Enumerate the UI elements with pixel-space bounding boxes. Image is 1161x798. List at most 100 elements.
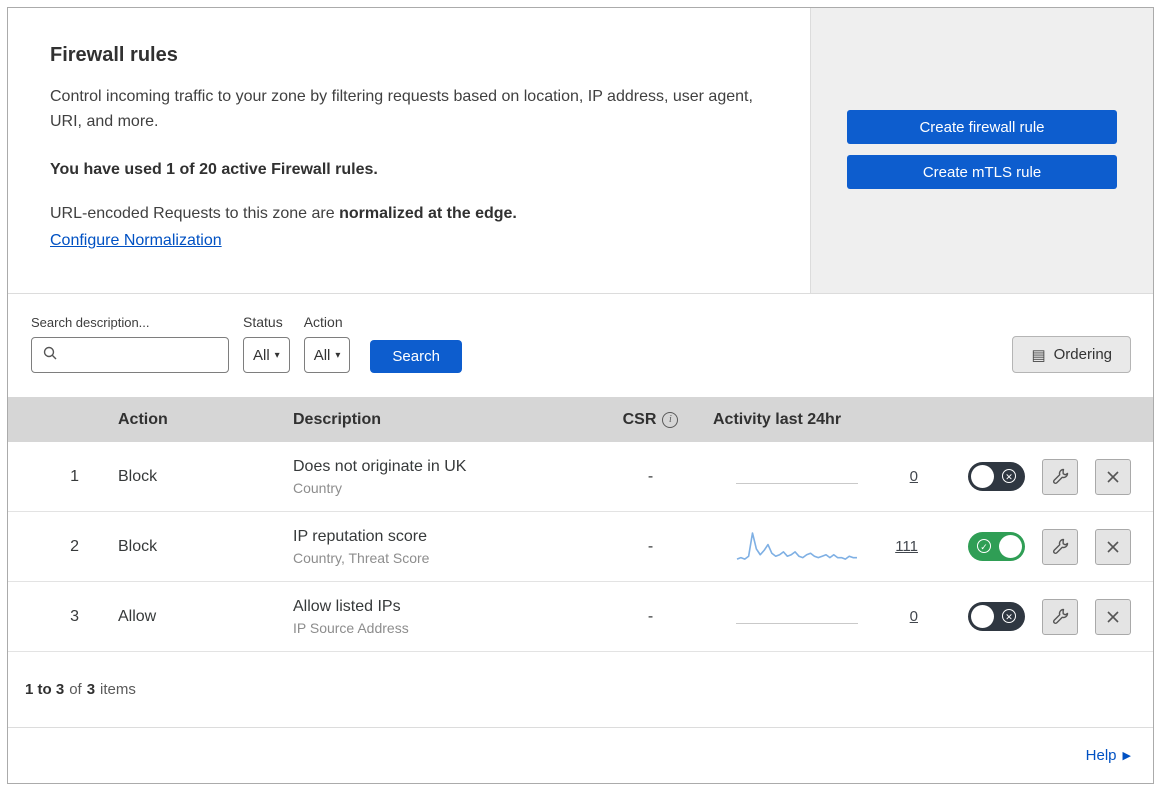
list-icon: ▤ <box>1031 346 1046 364</box>
create-mtls-rule-button[interactable]: Create mTLS rule <box>847 155 1117 189</box>
activity-count-link[interactable]: 111 <box>895 538 918 555</box>
wrench-icon <box>1052 538 1068 554</box>
csr-value: - <box>647 537 654 555</box>
items-range: 1 to 3 <box>25 681 65 698</box>
row-description: Allow listed IPs IP Source Address <box>278 598 603 636</box>
table-row: 2 Block IP reputation score Country, Thr… <box>8 512 1153 582</box>
normalization-note: URL-encoded Requests to this zone are no… <box>50 205 768 223</box>
search-label: Search description... <box>31 315 150 330</box>
row-description: Does not originate in UK Country <box>278 458 603 496</box>
column-csr: CSR i <box>603 411 698 429</box>
row-controls: ✓ <box>938 528 1153 565</box>
page-title: Firewall rules <box>50 44 178 66</box>
ordering-button-label: Ordering <box>1053 346 1112 363</box>
status-toggle[interactable]: ✕ <box>968 462 1025 491</box>
column-activity: Activity last 24hr <box>713 410 842 428</box>
help-link[interactable]: Help ▶ <box>1086 747 1131 764</box>
search-box[interactable] <box>31 337 229 373</box>
usage-summary: You have used 1 of 20 active Firewall ru… <box>50 160 378 178</box>
delete-rule-button[interactable] <box>1095 528 1131 565</box>
rule-fields: IP Source Address <box>293 619 409 636</box>
toggle-knob <box>971 465 994 488</box>
create-firewall-rule-button[interactable]: Create firewall rule <box>847 110 1117 144</box>
row-action: Block <box>118 467 158 485</box>
status-filter-group: Status All ▾ <box>243 314 290 373</box>
action-select-value: All <box>313 346 331 364</box>
row-number: 2 <box>70 537 79 555</box>
toggle-knob <box>971 605 994 628</box>
actions-panel: Create firewall rule Create mTLS rule <box>810 8 1153 293</box>
delete-rule-button[interactable] <box>1095 458 1131 495</box>
wrench-icon <box>1052 608 1068 624</box>
firewall-rules-card: Firewall rules Control incoming traffic … <box>7 7 1154 784</box>
toggle-state-icon: ✕ <box>1002 469 1016 483</box>
table-row: 1 Block Does not originate in UK Country… <box>8 442 1153 512</box>
csr-value: - <box>647 607 654 625</box>
rule-name: IP reputation score <box>293 527 428 545</box>
action-filter-group: Action All ▾ <box>303 314 351 373</box>
row-description: IP reputation score Country, Threat Scor… <box>278 528 603 566</box>
column-csr-label: CSR <box>622 410 657 428</box>
status-toggle[interactable]: ✕ <box>968 602 1025 631</box>
close-icon <box>1107 540 1119 553</box>
activity-count-link[interactable]: 0 <box>910 608 918 625</box>
search-button[interactable]: Search <box>370 340 462 373</box>
toggle-knob <box>999 535 1022 558</box>
normalization-prefix: URL-encoded Requests to this zone are <box>50 204 340 222</box>
edit-rule-button[interactable] <box>1042 458 1078 495</box>
header-text-panel: Firewall rules Control incoming traffic … <box>8 8 810 293</box>
status-label: Status <box>243 314 283 330</box>
csr-value: - <box>647 467 654 485</box>
row-number: 1 <box>70 467 79 485</box>
page-description: Control incoming traffic to your zone by… <box>50 88 753 130</box>
row-controls: ✕ <box>938 458 1153 495</box>
info-icon[interactable]: i <box>662 411 679 428</box>
items-of-label: of <box>69 681 82 698</box>
table-row: 3 Allow Allow listed IPs IP Source Addre… <box>8 582 1153 652</box>
status-toggle[interactable]: ✓ <box>968 532 1025 561</box>
status-select-value: All <box>253 346 270 364</box>
help-bar: Help ▶ <box>8 727 1153 783</box>
ordering-button[interactable]: ▤ Ordering <box>1012 336 1131 373</box>
activity-count-link[interactable]: 0 <box>910 468 918 485</box>
column-description: Description <box>293 410 382 428</box>
wrench-icon <box>1052 468 1068 484</box>
toggle-state-icon: ✓ <box>977 539 991 553</box>
activity-cell: 111 <box>698 529 938 565</box>
edit-rule-button[interactable] <box>1042 528 1078 565</box>
activity-cell: 0 <box>698 608 938 625</box>
search-icon <box>42 345 58 366</box>
rule-name: Allow listed IPs <box>293 597 401 615</box>
search-group: Search description... <box>31 315 229 373</box>
filter-bar: Search description... Status All ▾ Actio… <box>8 293 1153 397</box>
row-action: Block <box>118 537 158 555</box>
close-icon <box>1107 610 1119 623</box>
search-input[interactable] <box>64 346 218 364</box>
rule-fields: Country, Threat Score <box>293 549 430 566</box>
chevron-down-icon: ▾ <box>274 349 280 361</box>
column-action: Action <box>118 410 168 428</box>
items-label: items <box>100 681 136 698</box>
configure-normalization-link[interactable]: Configure Normalization <box>50 232 222 250</box>
action-select[interactable]: All ▾ <box>303 337 351 373</box>
rule-name: Does not originate in UK <box>293 457 467 475</box>
toggle-state-icon: ✕ <box>1002 609 1016 623</box>
help-link-label: Help <box>1085 747 1117 764</box>
activity-flatline <box>736 623 858 624</box>
items-total: 3 <box>86 681 96 698</box>
row-number: 3 <box>70 607 79 625</box>
row-action: Allow <box>118 607 157 625</box>
rule-fields: Country <box>293 479 343 496</box>
table-header: Action Description CSR i Activity last 2… <box>8 397 1153 442</box>
activity-flatline <box>736 483 858 484</box>
activity-cell: 0 <box>698 468 938 485</box>
action-label: Action <box>303 314 343 330</box>
row-controls: ✕ <box>938 598 1153 635</box>
edit-rule-button[interactable] <box>1042 598 1078 635</box>
normalization-bold: normalized at the edge. <box>339 204 517 222</box>
activity-sparkline <box>736 531 857 560</box>
status-select[interactable]: All ▾ <box>243 337 290 373</box>
delete-rule-button[interactable] <box>1095 598 1131 635</box>
chevron-down-icon: ▾ <box>335 349 341 361</box>
help-arrow-icon: ▶ <box>1122 750 1131 762</box>
